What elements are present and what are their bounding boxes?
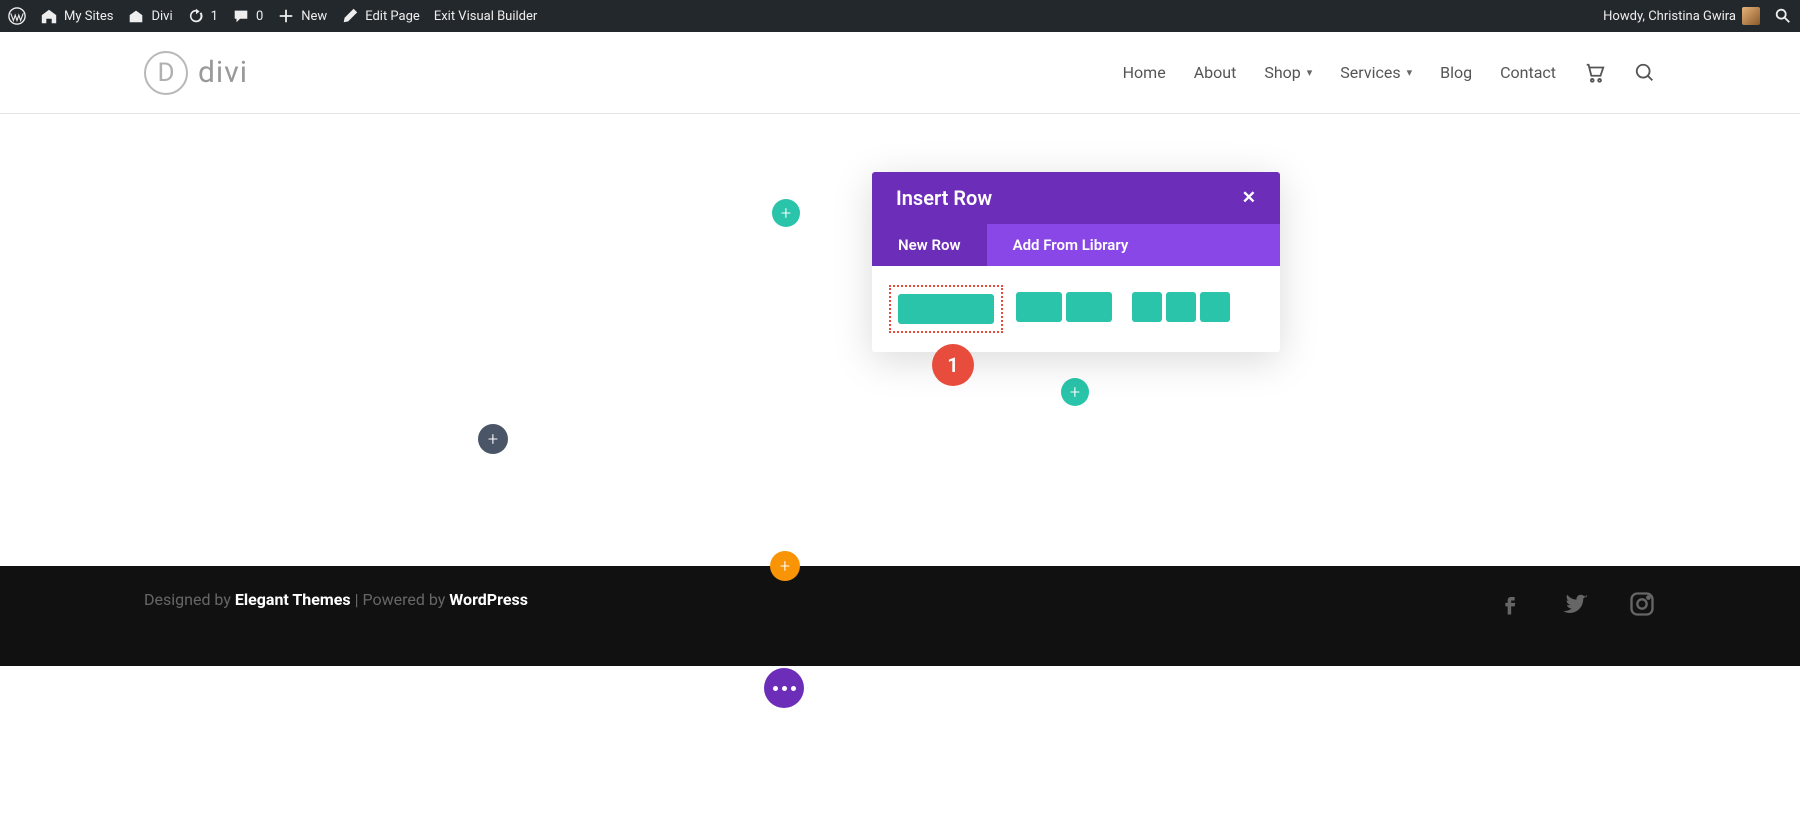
- search-icon[interactable]: [1634, 62, 1656, 84]
- updates-count: 1: [211, 9, 218, 24]
- footer-credits: Designed by Elegant Themes | Powered by …: [144, 590, 528, 609]
- elegant-themes-link[interactable]: Elegant Themes: [235, 590, 351, 609]
- chevron-down-icon: ▾: [1407, 66, 1413, 79]
- primary-nav: Home About Shop▾ Services▾ Blog Contact: [1123, 62, 1656, 84]
- my-sites-label: My Sites: [64, 9, 113, 24]
- tab-add-from-library[interactable]: Add From Library: [987, 224, 1155, 266]
- social-links: [1496, 590, 1656, 625]
- howdy-link[interactable]: Howdy, Christina Gwira: [1603, 7, 1760, 25]
- logo[interactable]: D divi: [144, 51, 248, 95]
- wordpress-link[interactable]: WordPress: [449, 590, 528, 609]
- nav-about[interactable]: About: [1194, 63, 1237, 82]
- edit-page-label: Edit Page: [365, 9, 420, 24]
- wp-admin-bar: My Sites Divi 1 0 New Edit Page Exit Vis…: [0, 0, 1800, 32]
- callout-marker-1: 1: [932, 344, 974, 386]
- new-link[interactable]: New: [277, 7, 327, 25]
- instagram-icon[interactable]: [1628, 590, 1656, 625]
- my-sites-link[interactable]: My Sites: [40, 7, 113, 25]
- nav-shop[interactable]: Shop▾: [1264, 63, 1312, 82]
- add-module-button[interactable]: +: [478, 424, 508, 454]
- row-layout-2col[interactable]: [1016, 292, 1112, 326]
- cart-icon[interactable]: [1584, 62, 1606, 84]
- close-icon[interactable]: ✕: [1242, 188, 1256, 208]
- new-label: New: [301, 9, 327, 24]
- add-section-button-orange[interactable]: +: [770, 551, 800, 581]
- wp-logo-icon[interactable]: [8, 7, 26, 25]
- site-link[interactable]: Divi: [127, 7, 172, 25]
- insert-row-modal: Insert Row ✕ New Row Add From Library: [872, 172, 1280, 352]
- modal-tabs: New Row Add From Library: [872, 224, 1280, 266]
- facebook-icon[interactable]: [1496, 590, 1524, 625]
- site-header: D divi Home About Shop▾ Services▾ Blog C…: [0, 32, 1800, 114]
- chevron-down-icon: ▾: [1307, 66, 1313, 79]
- comments-count: 0: [256, 9, 263, 24]
- nav-contact[interactable]: Contact: [1500, 63, 1556, 82]
- comments-link[interactable]: 0: [232, 7, 263, 25]
- site-footer: Designed by Elegant Themes | Powered by …: [0, 566, 1800, 666]
- nav-home[interactable]: Home: [1123, 63, 1166, 82]
- logo-mark: D: [144, 51, 188, 95]
- row-layout-3col[interactable]: [1132, 292, 1230, 326]
- twitter-icon[interactable]: [1562, 590, 1590, 625]
- howdy-label: Howdy, Christina Gwira: [1603, 9, 1736, 24]
- edit-page-link[interactable]: Edit Page: [341, 7, 420, 25]
- ellipsis-icon: [773, 686, 796, 691]
- search-icon[interactable]: [1774, 7, 1792, 25]
- logo-text: divi: [198, 55, 248, 90]
- builder-canvas: + + + Insert Row ✕ New Row Add From Libr…: [0, 114, 1800, 566]
- row-layout-1col[interactable]: [896, 292, 996, 326]
- nav-services[interactable]: Services▾: [1340, 63, 1412, 82]
- site-label: Divi: [151, 9, 172, 24]
- add-section-button[interactable]: +: [772, 199, 800, 227]
- add-row-button[interactable]: +: [1061, 378, 1089, 406]
- updates-link[interactable]: 1: [187, 7, 218, 25]
- nav-blog[interactable]: Blog: [1440, 63, 1472, 82]
- avatar: [1742, 7, 1760, 25]
- tab-new-row[interactable]: New Row: [872, 224, 987, 266]
- exit-builder-label: Exit Visual Builder: [434, 9, 537, 24]
- builder-settings-button[interactable]: [764, 668, 804, 708]
- modal-title: Insert Row: [896, 186, 992, 210]
- exit-builder-link[interactable]: Exit Visual Builder: [434, 9, 537, 24]
